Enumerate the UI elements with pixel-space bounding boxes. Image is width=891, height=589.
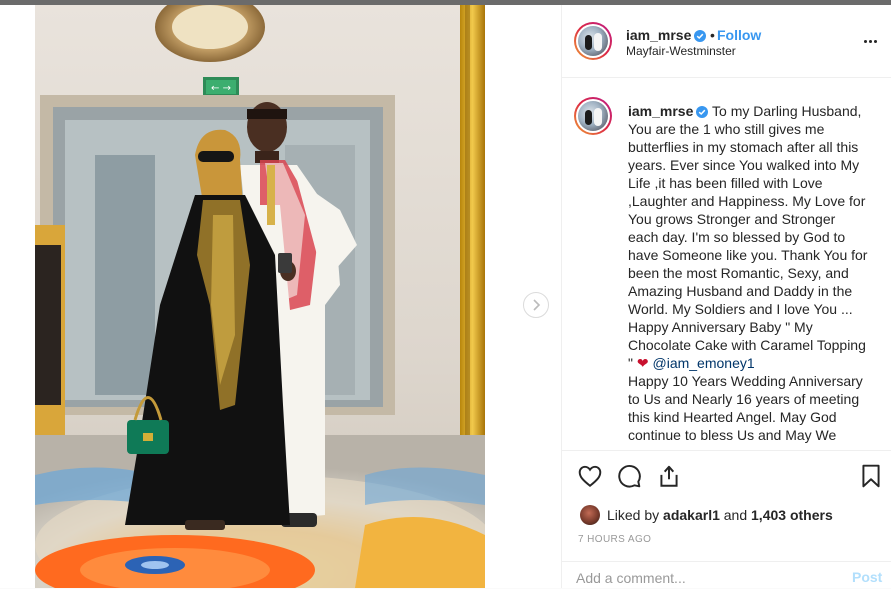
follow-button[interactable]: Follow (717, 27, 761, 43)
photo-gap (485, 5, 561, 588)
chevron-right-icon (533, 299, 541, 311)
add-comment-bar: Post (562, 561, 891, 589)
header-avatar[interactable] (574, 22, 612, 60)
caption-avatar[interactable] (574, 97, 612, 135)
likes-prefix: Liked by (607, 507, 660, 523)
post-photo[interactable]: ← → (35, 5, 485, 588)
post-comment-button[interactable]: Post (852, 569, 882, 585)
post-header: iam_mrse • Follow Mayfair-Westminster (562, 5, 891, 78)
caption-body-continued: Happy 10 Years Wedding Anniversary to Us… (628, 373, 863, 443)
caption-area: iam_mrse To my Darling Husband, You are … (562, 78, 891, 450)
header-username-text[interactable]: iam_mrse (626, 27, 691, 43)
header-username[interactable]: iam_mrse (626, 27, 707, 43)
heart-emoji: ❤ (636, 355, 649, 371)
post-details-panel: iam_mrse • Follow Mayfair-Westminster ia… (561, 5, 891, 588)
comment-input[interactable] (576, 568, 826, 588)
likes-row: Liked by adakarl1 and 1,403 others (580, 505, 833, 525)
caption-text: iam_mrse To my Darling Husband, You are … (628, 102, 868, 444)
location-link[interactable]: Mayfair-Westminster (626, 44, 736, 58)
more-options-icon[interactable] (864, 33, 880, 49)
left-margin (0, 5, 35, 588)
post-timestamp[interactable]: 7 HOURS AGO (578, 534, 651, 545)
likes-joiner: and (723, 507, 748, 523)
likes-count[interactable]: 1,403 others (751, 507, 833, 523)
next-photo-button[interactable] (523, 292, 549, 318)
verified-badge-icon (696, 106, 709, 118)
caption-body: To my Darling Husband, You are the 1 who… (628, 103, 868, 371)
comment-icon[interactable] (616, 463, 642, 489)
liker-avatar[interactable] (580, 505, 600, 525)
heart-icon[interactable] (577, 463, 603, 489)
mention-link[interactable]: @iam_emoney1 (653, 355, 755, 371)
liker-username[interactable]: adakarl1 (663, 507, 720, 523)
bookmark-icon[interactable] (858, 463, 884, 489)
dot-separator: • (710, 27, 715, 43)
verified-badge-icon (694, 30, 707, 42)
caption-username[interactable]: iam_mrse (628, 103, 693, 119)
exit-sign-text: ← → (211, 83, 231, 94)
post-actions: Liked by adakarl1 and 1,403 others 7 HOU… (562, 450, 891, 588)
share-icon[interactable] (656, 463, 682, 489)
